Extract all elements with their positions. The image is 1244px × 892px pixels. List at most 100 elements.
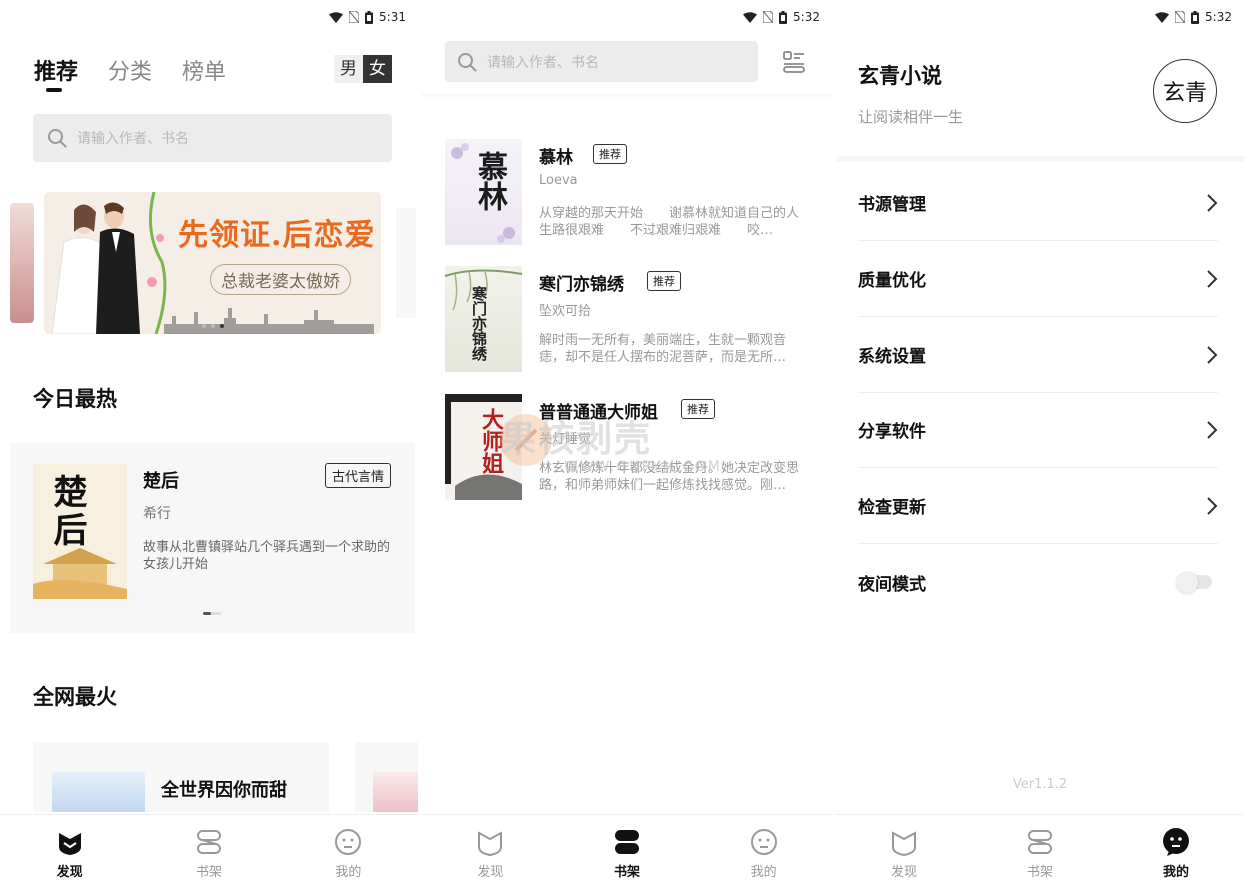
bookshelf-icon [1028,830,1052,854]
book-title: 寒门亦锦绣 [539,275,624,295]
discover-icon [892,831,916,857]
book-author: 希行 [143,506,171,522]
nav-discover[interactable]: 发现 [0,815,139,892]
menu-label: 分享软件 [858,422,926,442]
status-time: 5:32 [793,10,820,24]
no-sim-icon [763,11,774,23]
app-name: 玄青小说 [858,64,942,88]
promo-banner[interactable]: 先领证.后恋爱 总裁老婆太傲娇 [44,192,381,334]
chevron-right-icon [1207,345,1218,364]
menu-label: 质量优化 [858,271,926,291]
nav-mine[interactable]: 我的 [279,815,418,892]
discover-icon [58,833,81,855]
banner-prev-peek[interactable] [10,203,34,323]
chevron-right-icon [1207,420,1218,439]
shelf-book-item[interactable]: 慕林 慕林 推荐 Loeva 从穿越的那天开始 谢慕林就知道自己的人生路很艰难 … [445,139,825,247]
menu-label: 检查更新 [858,498,926,518]
menu-label: 系统设置 [858,347,926,367]
profile-face-icon [750,829,777,855]
book-author: Loeva [539,173,578,188]
net-hot-book-card[interactable]: 全世界因你而甜 [33,742,329,812]
book-cover [373,772,418,812]
bottom-nav: 发现 书架 我的 [422,814,832,892]
app-slogan: 让阅读相伴一生 [858,108,964,126]
search-placeholder: 请输入作者、书名 [487,54,599,71]
tab-category[interactable]: 分类 [108,54,152,86]
discover-icon [478,831,503,857]
hot-book-card[interactable]: 楚后 楚后 古代言情 希行 故事从北曹镇驿站几个驿兵遇到一个求助的女孩儿开始 [10,443,415,633]
book-cover [52,772,145,812]
bookshelf-icon [196,830,221,854]
net-hot-heading: 全网最火 [33,685,117,709]
search-input[interactable]: 请输入作者、书名 [445,41,758,82]
tab-ranking[interactable]: 榜单 [182,54,226,86]
wifi-icon [1155,11,1170,23]
book-title: 慕林 [539,148,573,168]
gender-female-button[interactable]: 女 [363,55,392,83]
nav-mine[interactable]: 我的 [1108,815,1244,892]
shelf-book-item[interactable]: 寒门亦锦绣 寒门亦锦绣 推荐 坠欢可拾 解时雨一无所有，美丽端庄，生就一颗观音痣… [445,266,825,374]
watermark-text: 果核剥壳 [500,419,653,460]
menu-share-app[interactable]: 分享软件 [858,392,1218,468]
nav-label: 我的 [750,865,777,880]
menu-book-source[interactable]: 书源管理 [858,165,1218,241]
search-placeholder: 请输入作者、书名 [77,131,189,147]
search-input[interactable]: 请输入作者、书名 [33,114,392,162]
nav-discover[interactable]: 发现 [422,815,559,892]
nav-mine[interactable]: 我的 [695,815,832,892]
net-hot-book-card-peek[interactable] [355,742,418,812]
banner-next-peek[interactable] [396,208,416,318]
header-shadow [422,94,832,100]
status-bar: 5:31 [329,10,406,24]
gender-male-button[interactable]: 男 [334,55,363,83]
nav-label: 我的 [335,865,362,880]
menu-system-settings[interactable]: 系统设置 [858,317,1218,393]
nav-bookshelf[interactable]: 书架 [972,815,1108,892]
menu-check-update[interactable]: 检查更新 [858,468,1218,544]
book-description: 解时雨一无所有，美丽端庄，生就一颗观音痣，却不是任人摆布的泥菩萨，而是无所… [539,333,787,365]
nav-label: 发现 [56,865,83,880]
carousel-indicator [203,612,221,615]
tab-recommend[interactable]: 推荐 [34,54,78,92]
night-mode-toggle[interactable] [1176,571,1212,593]
mine-screen: 5:32 玄青小说 让阅读相伴一生 玄青 书源管理 质量优化 系统设置 分享软件… [836,0,1244,892]
status-time: 5:31 [379,10,406,24]
book-author: 坠欢可拾 [539,304,592,319]
discover-tabs: 推荐 分类 榜单 [34,54,226,92]
list-settings-icon[interactable] [782,50,806,74]
bottom-nav: 发现 书架 我的 [0,814,418,892]
watermark-url: WWW.GHPYM.COM [564,459,722,475]
no-sim-icon [349,11,360,23]
gender-switch: 男 女 [334,55,392,83]
banner-dot-active [220,324,224,328]
menu-night-mode: 夜间模式 [858,544,1218,620]
menu-quality-optimize[interactable]: 质量优化 [858,241,1218,317]
logo-text: 玄青 [1162,81,1207,106]
book-cover-mulin: 慕林 [445,139,522,245]
nav-bookshelf[interactable]: 书架 [139,815,278,892]
cover-text: 寒门亦锦绣 [470,286,488,361]
discover-screen: 5:31 推荐 分类 榜单 男 女 请输入作者、书名 先领证.后恋爱 总裁老婆太… [0,0,418,892]
banner-pager [202,324,224,328]
genre-tag: 古代言情 [325,463,392,488]
castle-skyline-illustration [164,308,374,334]
menu-label: 夜间模式 [858,574,926,595]
banner-subtitle: 总裁老婆太傲娇 [210,264,351,295]
wifi-icon [329,11,344,23]
recommend-tag: 推荐 [681,399,715,419]
battery-icon [365,10,374,24]
hot-today-heading: 今日最热 [33,387,117,411]
nav-label: 我的 [1162,865,1189,880]
chevron-right-icon [1207,193,1218,212]
bottom-nav: 发现 书架 我的 [836,814,1244,892]
cover-text: 楚后 [47,474,87,550]
nav-discover[interactable]: 发现 [836,815,972,892]
wedding-couple-illustration [51,192,167,334]
nav-bookshelf[interactable]: 书架 [559,815,696,892]
app-version: Ver1.1.2 [1012,777,1068,792]
book-title: 全世界因你而甜 [161,780,287,801]
nav-label: 书架 [1026,865,1053,880]
status-time: 5:32 [1205,10,1232,24]
bookshelf-icon [615,830,639,854]
profile-face-icon [1163,828,1189,856]
